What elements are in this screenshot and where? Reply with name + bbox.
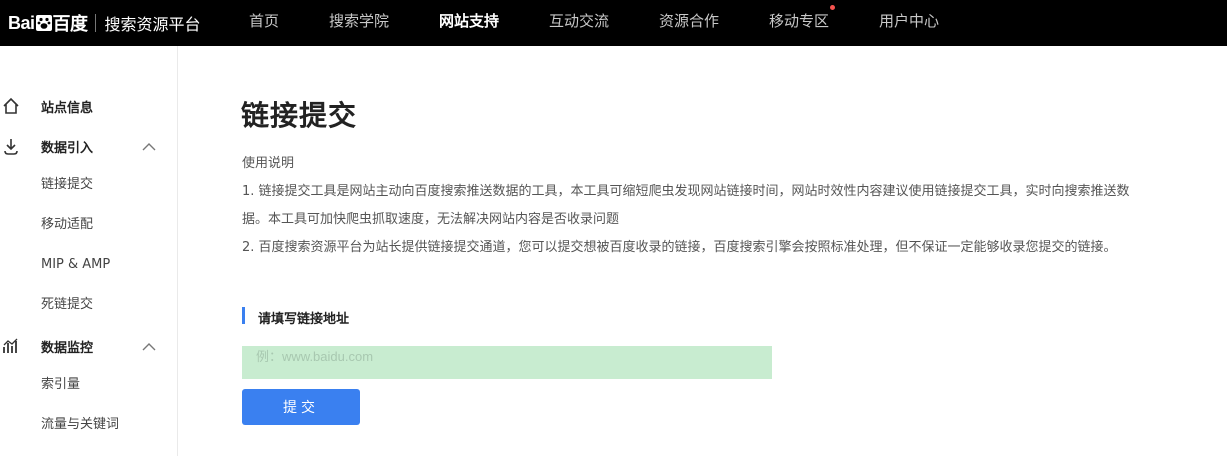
instruction-line-3: 2. 百度搜索资源平台为站长提供链接提交通道，您可以提交想被百度收录的链接，百度… xyxy=(242,240,1117,255)
logo-suffix: 百度 xyxy=(52,14,89,34)
sidebar-item-index-count[interactable]: 索引量 xyxy=(41,375,80,395)
logo-text: Bai xyxy=(8,12,35,33)
sidebar-item-link-submit[interactable]: 链接提交 xyxy=(41,175,93,195)
nav-mobile[interactable]: 移动专区 xyxy=(769,0,836,46)
top-navigation-bar: Bai 百度 搜索资源平台 首页 搜索学院 网站支持 互动交流 资源合作 移动专… xyxy=(0,0,1227,46)
paw-icon xyxy=(35,15,52,31)
sidebar-group-data-import[interactable]: 数据引入 xyxy=(0,126,177,166)
sidebar-group-label: 数据监控 xyxy=(41,340,94,356)
section-title: 请填写链接地址 xyxy=(258,312,350,327)
section-accent-bar xyxy=(242,307,245,324)
nav-community[interactable]: 互动交流 xyxy=(549,0,609,46)
chevron-up-icon[interactable] xyxy=(142,342,156,351)
sidebar-item-mip-amp[interactable]: MIP & AMP xyxy=(41,255,110,275)
instruction-line-2: 据。本工具可加快爬虫抓取速度，无法解决网站内容是否收录问题 xyxy=(242,212,620,227)
sidebar: 站点信息 数据引入 链接提交 移动适配 MIP & AMP 死链提交 数据监控 … xyxy=(0,46,178,456)
sidebar-item-traffic-keywords[interactable]: 流量与关键词 xyxy=(41,415,119,435)
instruction-line-1: 1. 链接提交工具是网站主动向百度搜索推送数据的工具，本工具可缩短爬虫发现网站链… xyxy=(242,184,1130,199)
instructions-heading: 使用说明 xyxy=(242,156,295,171)
baidu-logo[interactable]: Bai 百度 搜索资源平台 xyxy=(8,0,201,46)
chart-icon xyxy=(3,338,18,353)
nav-user-center[interactable]: 用户中心 xyxy=(879,0,939,46)
sidebar-item-site-info[interactable]: 站点信息 xyxy=(0,86,177,126)
nav-site-support[interactable]: 网站支持 xyxy=(439,0,499,46)
data-import-icon xyxy=(4,139,18,155)
sidebar-item-dead-link[interactable]: 死链提交 xyxy=(41,295,93,315)
sidebar-group-data-monitor[interactable]: 数据监控 xyxy=(0,326,177,366)
url-input[interactable] xyxy=(242,346,772,379)
sidebar-item-mobile-adapt[interactable]: 移动适配 xyxy=(41,215,93,235)
page-title: 链接提交 xyxy=(241,99,358,132)
sidebar-item-label: 站点信息 xyxy=(41,100,94,116)
sidebar-group-label: 数据引入 xyxy=(41,140,94,156)
nav-mobile-label: 移动专区 xyxy=(769,12,830,30)
chevron-up-icon[interactable] xyxy=(142,142,156,151)
nav-home[interactable]: 首页 xyxy=(249,0,279,46)
nav-resources[interactable]: 资源合作 xyxy=(659,0,719,46)
logo-divider xyxy=(94,14,96,32)
home-icon xyxy=(3,97,19,114)
nav-academy[interactable]: 搜索学院 xyxy=(329,0,389,46)
platform-name: 搜索资源平台 xyxy=(104,15,201,34)
notification-dot xyxy=(830,5,836,10)
submit-button[interactable]: 提交 xyxy=(242,389,360,425)
